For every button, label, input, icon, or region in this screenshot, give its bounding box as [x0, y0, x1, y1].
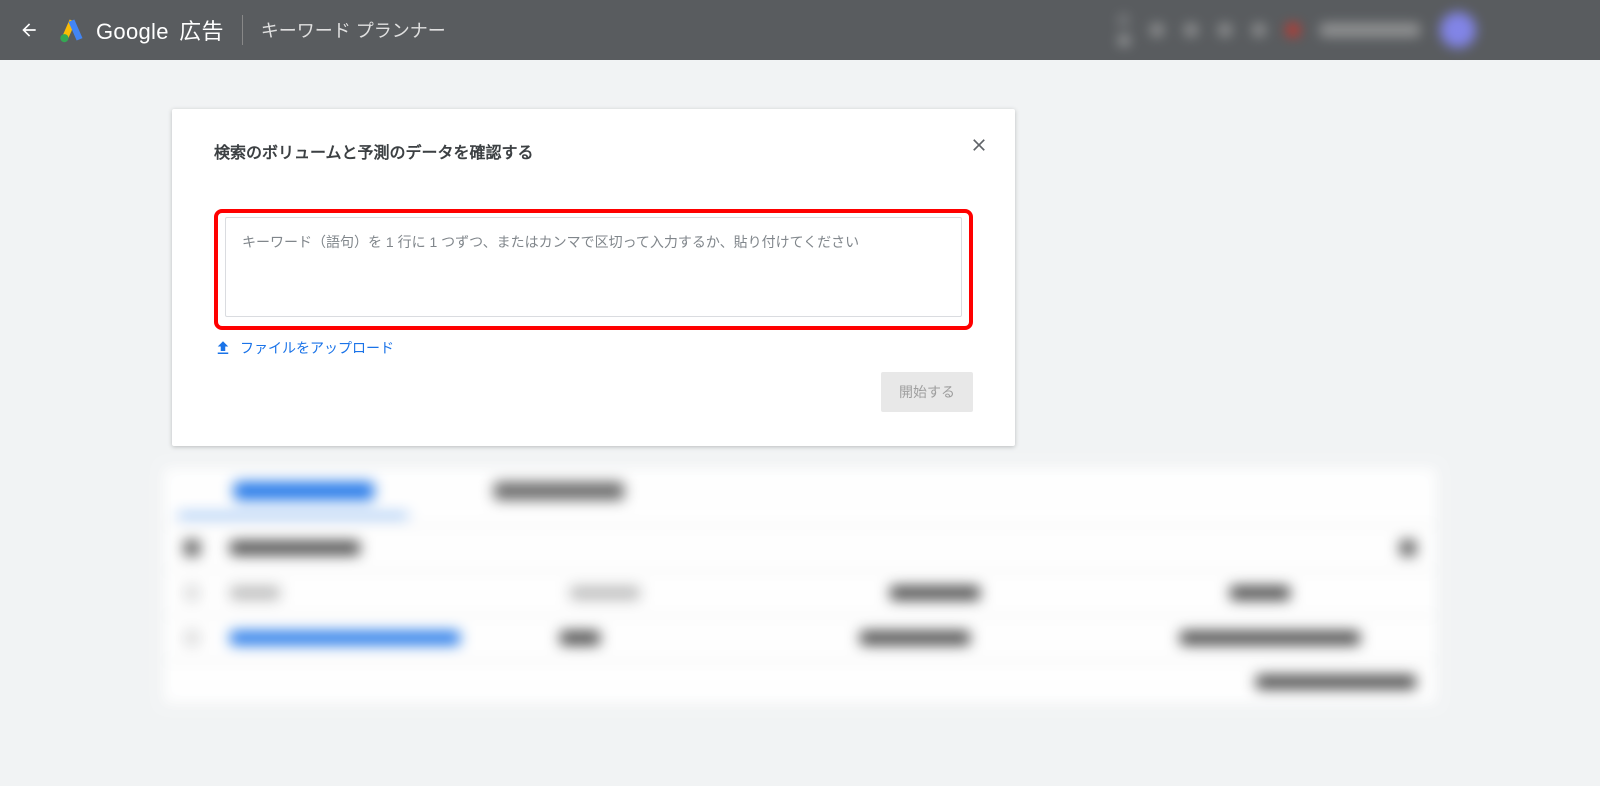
search-fragment-2: 検: [1118, 32, 1130, 49]
search-fragment-1: C: [1119, 12, 1129, 28]
upload-icon: [214, 339, 232, 357]
upload-file-label: ファイルをアップロード: [240, 338, 394, 358]
keyword-input[interactable]: [225, 217, 962, 317]
top-bar: Google 広告 キーワード プランナー C 検: [0, 0, 1600, 60]
background-plans-panel: [164, 468, 1436, 703]
keyword-input-highlight: [214, 209, 973, 330]
brand-ads: 広告: [173, 19, 224, 44]
google-ads-logo-icon: [58, 16, 86, 44]
upload-file-link[interactable]: ファイルをアップロード: [214, 338, 394, 358]
page-title: キーワード プランナー: [261, 17, 446, 43]
close-icon: [969, 135, 989, 155]
search-volume-modal: 検索のボリュームと予測のデータを確認する ファイルをアップロード 開始する: [172, 109, 1015, 446]
divider: [242, 15, 243, 45]
topbar-right-controls: C 検: [1118, 4, 1588, 56]
brand-text: Google 広告: [96, 14, 224, 46]
start-button[interactable]: 開始する: [881, 372, 973, 412]
modal-title: 検索のボリュームと予測のデータを確認する: [214, 139, 973, 163]
close-button[interactable]: [965, 131, 993, 159]
arrow-left-icon: [19, 20, 39, 40]
back-arrow-button[interactable]: [18, 19, 40, 41]
brand-google: Google: [96, 19, 169, 44]
